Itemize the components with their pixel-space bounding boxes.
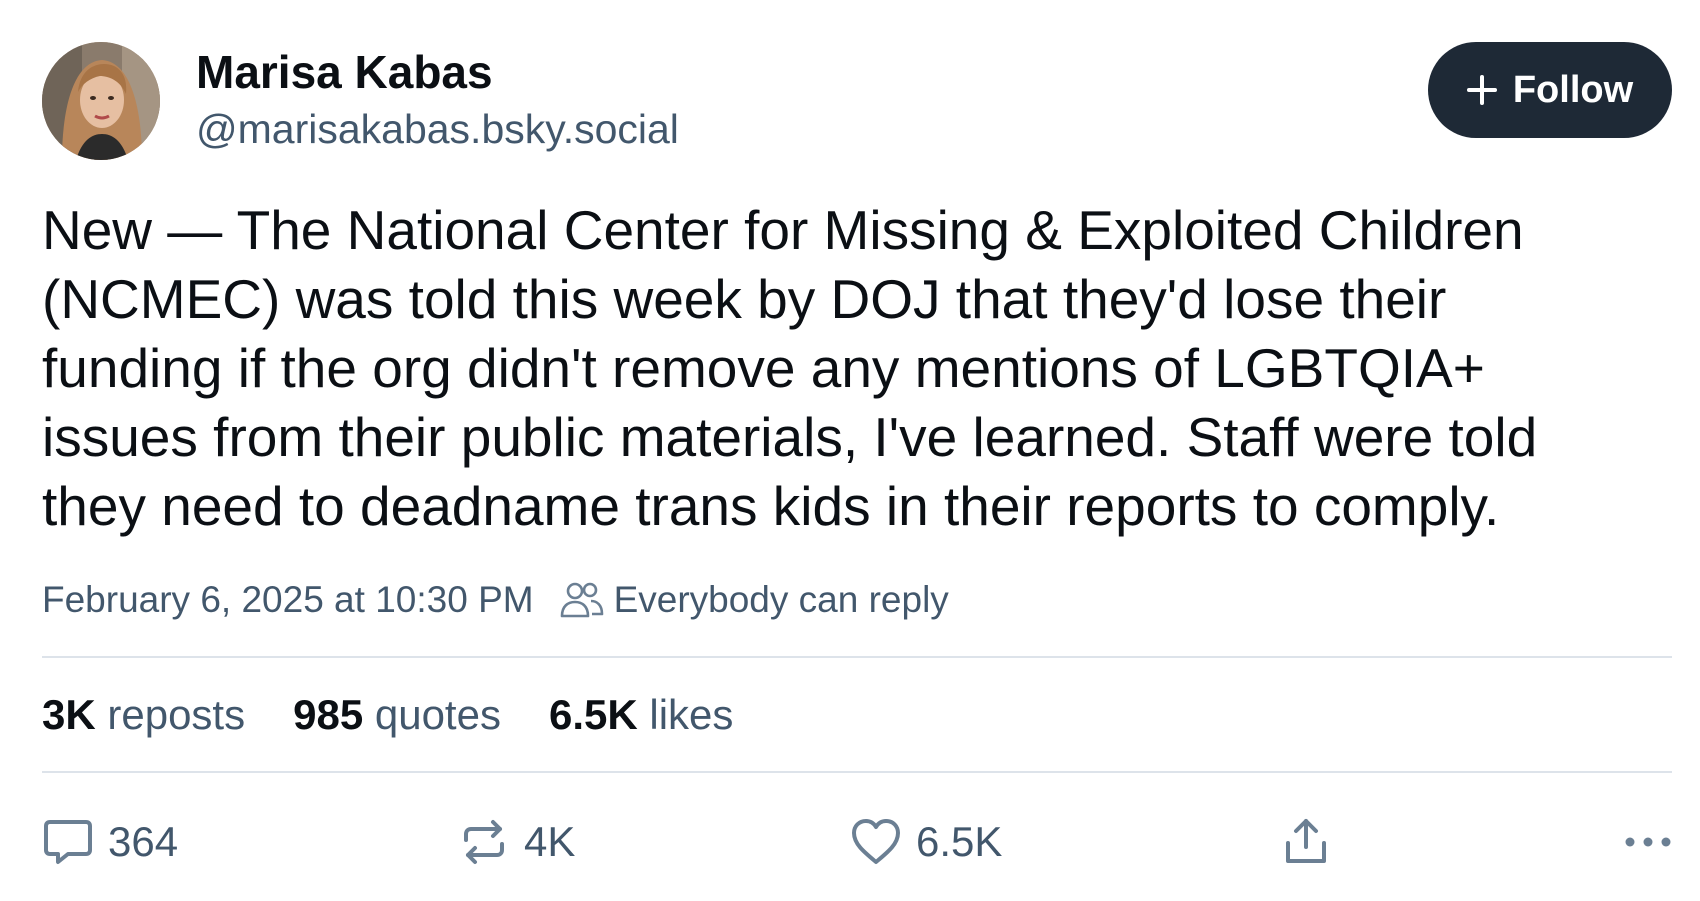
likes-stat[interactable]: 6.5K likes: [549, 691, 733, 739]
repost-button[interactable]: 4K: [458, 808, 575, 876]
reply-setting-label: Everybody can reply: [613, 579, 949, 620]
author-display-name[interactable]: Marisa Kabas: [196, 44, 679, 100]
repost-icon: [464, 820, 504, 864]
quotes-label: quotes: [374, 691, 501, 738]
quotes-count: 985: [293, 691, 364, 738]
post-timestamp[interactable]: February 6, 2025 at 10:30 PM: [42, 579, 534, 621]
more-options-button[interactable]: [1624, 808, 1672, 876]
avatar[interactable]: [42, 42, 160, 160]
people-icon: [560, 582, 603, 618]
post-card: Marisa Kabas @marisakabas.bsky.social Fo…: [42, 0, 1672, 901]
heart-icon: [852, 819, 900, 864]
likes-label: likes: [649, 691, 734, 738]
reply-count: 364: [108, 818, 179, 865]
post-text: New — The National Center for Missing & …: [42, 199, 1538, 537]
post-meta: February 6, 2025 at 10:30 PM Everybody c…: [42, 574, 949, 626]
reply-button[interactable]: 364: [42, 808, 178, 876]
author-handle[interactable]: @marisakabas.bsky.social: [196, 100, 679, 158]
reposts-label: reposts: [107, 691, 246, 738]
reposts-stat[interactable]: 3K reposts: [42, 691, 245, 739]
plus-icon: [1466, 75, 1497, 105]
quotes-stat[interactable]: 985 quotes: [293, 691, 501, 739]
comment-icon: [44, 820, 92, 864]
follow-button[interactable]: Follow: [1428, 42, 1672, 138]
post-actions: 364 4K 6.5K: [42, 808, 1672, 876]
author-info: Marisa Kabas @marisakabas.bsky.social: [196, 44, 679, 158]
follow-button-label: Follow: [1512, 68, 1634, 111]
reposts-count: 3K: [42, 691, 96, 738]
likes-count: 6.5K: [548, 691, 638, 738]
like-count: 6.5K: [916, 818, 1003, 865]
more-icon: [1625, 837, 1671, 847]
reply-setting[interactable]: Everybody can reply: [560, 579, 949, 621]
post-header: Marisa Kabas @marisakabas.bsky.social Fo…: [42, 40, 1672, 164]
divider: [42, 771, 1672, 773]
avatar-photo-icon: [42, 42, 160, 160]
post-stats: 3K reposts 985 quotes 6.5K likes: [42, 685, 781, 745]
divider: [42, 656, 1672, 658]
repost-count: 4K: [524, 818, 576, 865]
share-button[interactable]: [1282, 808, 1330, 876]
like-button[interactable]: 6.5K: [850, 808, 1002, 876]
share-icon: [1286, 819, 1326, 863]
